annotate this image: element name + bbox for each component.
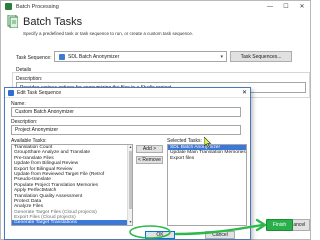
- annotation-arrow-icon: [129, 218, 267, 239]
- finish-button[interactable]: Finish: [266, 219, 293, 231]
